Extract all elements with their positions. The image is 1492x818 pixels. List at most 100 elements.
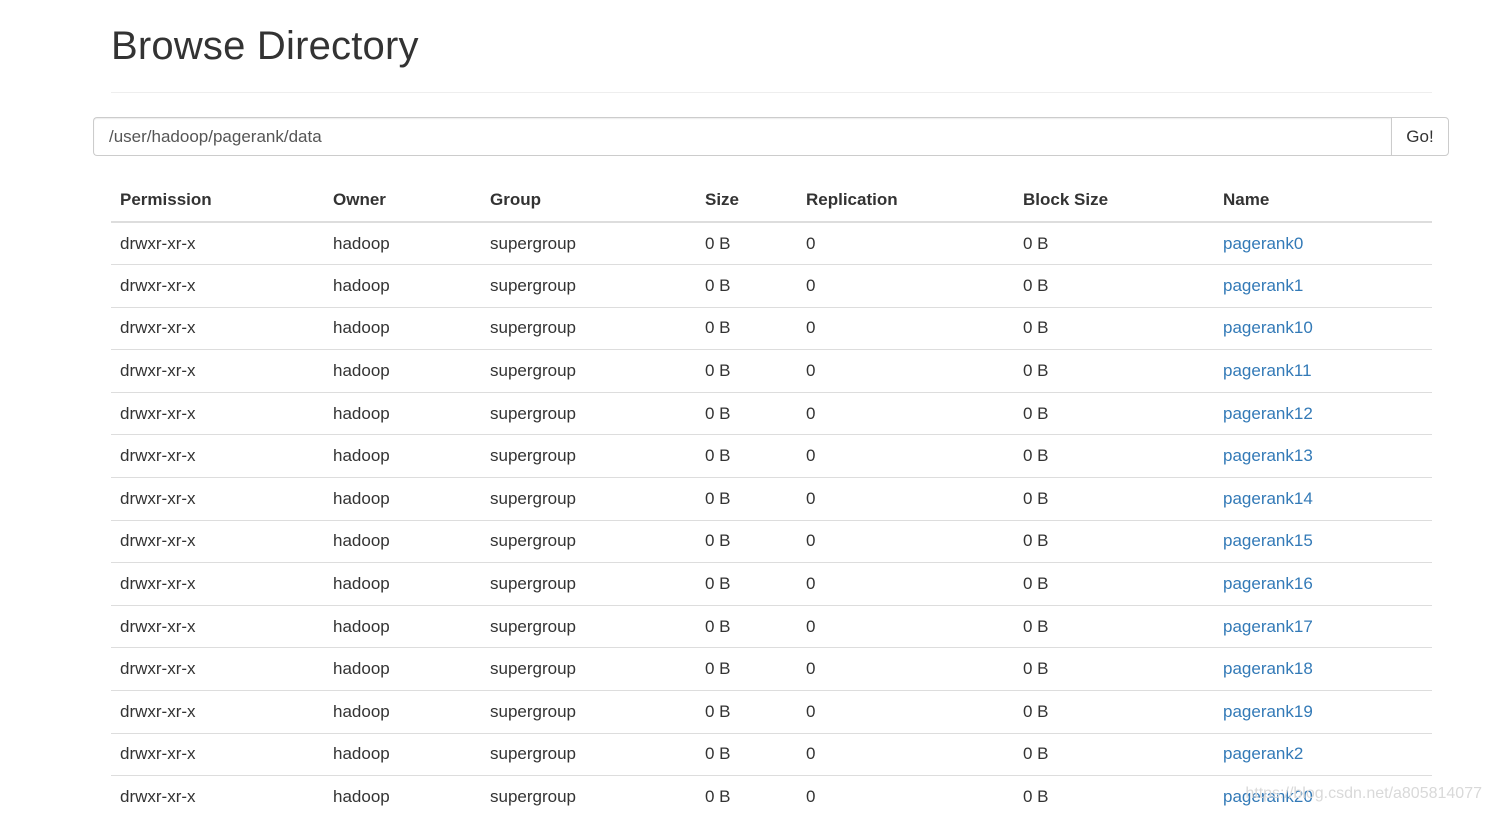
cell-name: pagerank19 — [1214, 691, 1432, 734]
cell-name: pagerank12 — [1214, 392, 1432, 435]
cell-group: supergroup — [481, 265, 696, 308]
cell-size: 0 B — [696, 605, 797, 648]
directory-link[interactable]: pagerank12 — [1223, 404, 1313, 423]
table-row: drwxr-xr-xhadoopsupergroup0 B00 Bpageran… — [111, 605, 1432, 648]
cell-block-size: 0 B — [1014, 520, 1214, 563]
page-title: Browse Directory — [111, 24, 419, 69]
cell-permission: drwxr-xr-x — [111, 350, 324, 393]
cell-replication: 0 — [797, 478, 1014, 521]
directory-link[interactable]: pagerank16 — [1223, 574, 1313, 593]
cell-permission: drwxr-xr-x — [111, 478, 324, 521]
table-row: drwxr-xr-xhadoopsupergroup0 B00 Bpageran… — [111, 648, 1432, 691]
path-input[interactable] — [93, 117, 1391, 156]
cell-owner: hadoop — [324, 733, 481, 776]
table-body: drwxr-xr-xhadoopsupergroup0 B00 Bpageran… — [111, 222, 1432, 818]
cell-name: pagerank2 — [1214, 733, 1432, 776]
cell-name: pagerank18 — [1214, 648, 1432, 691]
cell-permission: drwxr-xr-x — [111, 265, 324, 308]
cell-group: supergroup — [481, 435, 696, 478]
cell-permission: drwxr-xr-x — [111, 648, 324, 691]
cell-replication: 0 — [797, 307, 1014, 350]
cell-group: supergroup — [481, 392, 696, 435]
cell-owner: hadoop — [324, 691, 481, 734]
cell-replication: 0 — [797, 733, 1014, 776]
path-bar: Go! — [93, 117, 1449, 156]
table-row: drwxr-xr-xhadoopsupergroup0 B00 Bpageran… — [111, 265, 1432, 308]
cell-owner: hadoop — [324, 605, 481, 648]
header-block-size[interactable]: Block Size — [1014, 178, 1214, 222]
cell-replication: 0 — [797, 222, 1014, 265]
cell-owner: hadoop — [324, 265, 481, 308]
header-size[interactable]: Size — [696, 178, 797, 222]
cell-replication: 0 — [797, 265, 1014, 308]
header-name[interactable]: Name — [1214, 178, 1432, 222]
directory-link[interactable]: pagerank1 — [1223, 276, 1303, 295]
cell-size: 0 B — [696, 265, 797, 308]
cell-size: 0 B — [696, 392, 797, 435]
cell-group: supergroup — [481, 520, 696, 563]
cell-permission: drwxr-xr-x — [111, 307, 324, 350]
header-owner[interactable]: Owner — [324, 178, 481, 222]
directory-link[interactable]: pagerank19 — [1223, 702, 1313, 721]
cell-permission: drwxr-xr-x — [111, 563, 324, 606]
cell-owner: hadoop — [324, 478, 481, 521]
header-permission[interactable]: Permission — [111, 178, 324, 222]
directory-link[interactable]: pagerank0 — [1223, 234, 1303, 253]
directory-link[interactable]: pagerank11 — [1223, 361, 1312, 380]
cell-replication: 0 — [797, 776, 1014, 818]
cell-block-size: 0 B — [1014, 265, 1214, 308]
header-replication[interactable]: Replication — [797, 178, 1014, 222]
table-row: drwxr-xr-xhadoopsupergroup0 B00 Bpageran… — [111, 733, 1432, 776]
cell-block-size: 0 B — [1014, 563, 1214, 606]
cell-group: supergroup — [481, 350, 696, 393]
cell-size: 0 B — [696, 563, 797, 606]
cell-owner: hadoop — [324, 435, 481, 478]
directory-table: Permission Owner Group Size Replication … — [111, 178, 1432, 818]
cell-name: pagerank13 — [1214, 435, 1432, 478]
table-row: drwxr-xr-xhadoopsupergroup0 B00 Bpageran… — [111, 563, 1432, 606]
page-header: Browse Directory — [111, 0, 1432, 93]
cell-permission: drwxr-xr-x — [111, 691, 324, 734]
directory-link[interactable]: pagerank18 — [1223, 659, 1313, 678]
cell-block-size: 0 B — [1014, 605, 1214, 648]
cell-block-size: 0 B — [1014, 350, 1214, 393]
cell-replication: 0 — [797, 605, 1014, 648]
directory-link[interactable]: pagerank15 — [1223, 531, 1313, 550]
cell-replication: 0 — [797, 435, 1014, 478]
go-button[interactable]: Go! — [1391, 117, 1449, 156]
cell-block-size: 0 B — [1014, 648, 1214, 691]
cell-size: 0 B — [696, 733, 797, 776]
directory-link[interactable]: pagerank10 — [1223, 318, 1313, 337]
table-row: drwxr-xr-xhadoopsupergroup0 B00 Bpageran… — [111, 776, 1432, 818]
cell-block-size: 0 B — [1014, 392, 1214, 435]
cell-name: pagerank15 — [1214, 520, 1432, 563]
cell-replication: 0 — [797, 520, 1014, 563]
directory-link[interactable]: pagerank14 — [1223, 489, 1313, 508]
cell-owner: hadoop — [324, 563, 481, 606]
directory-link[interactable]: pagerank17 — [1223, 617, 1313, 636]
cell-owner: hadoop — [324, 648, 481, 691]
table-row: drwxr-xr-xhadoopsupergroup0 B00 Bpageran… — [111, 691, 1432, 734]
cell-size: 0 B — [696, 478, 797, 521]
cell-name: pagerank0 — [1214, 222, 1432, 265]
cell-group: supergroup — [481, 563, 696, 606]
directory-link[interactable]: pagerank2 — [1223, 744, 1303, 763]
cell-size: 0 B — [696, 776, 797, 818]
cell-owner: hadoop — [324, 350, 481, 393]
cell-name: pagerank10 — [1214, 307, 1432, 350]
cell-size: 0 B — [696, 520, 797, 563]
cell-permission: drwxr-xr-x — [111, 392, 324, 435]
table-row: drwxr-xr-xhadoopsupergroup0 B00 Bpageran… — [111, 350, 1432, 393]
cell-owner: hadoop — [324, 520, 481, 563]
cell-size: 0 B — [696, 307, 797, 350]
header-group[interactable]: Group — [481, 178, 696, 222]
table-row: drwxr-xr-xhadoopsupergroup0 B00 Bpageran… — [111, 478, 1432, 521]
cell-group: supergroup — [481, 605, 696, 648]
cell-name: pagerank17 — [1214, 605, 1432, 648]
cell-size: 0 B — [696, 222, 797, 265]
directory-link[interactable]: pagerank13 — [1223, 446, 1313, 465]
watermark: https://blog.csdn.net/a805814077 — [1245, 785, 1482, 803]
cell-name: pagerank16 — [1214, 563, 1432, 606]
cell-group: supergroup — [481, 307, 696, 350]
cell-group: supergroup — [481, 776, 696, 818]
